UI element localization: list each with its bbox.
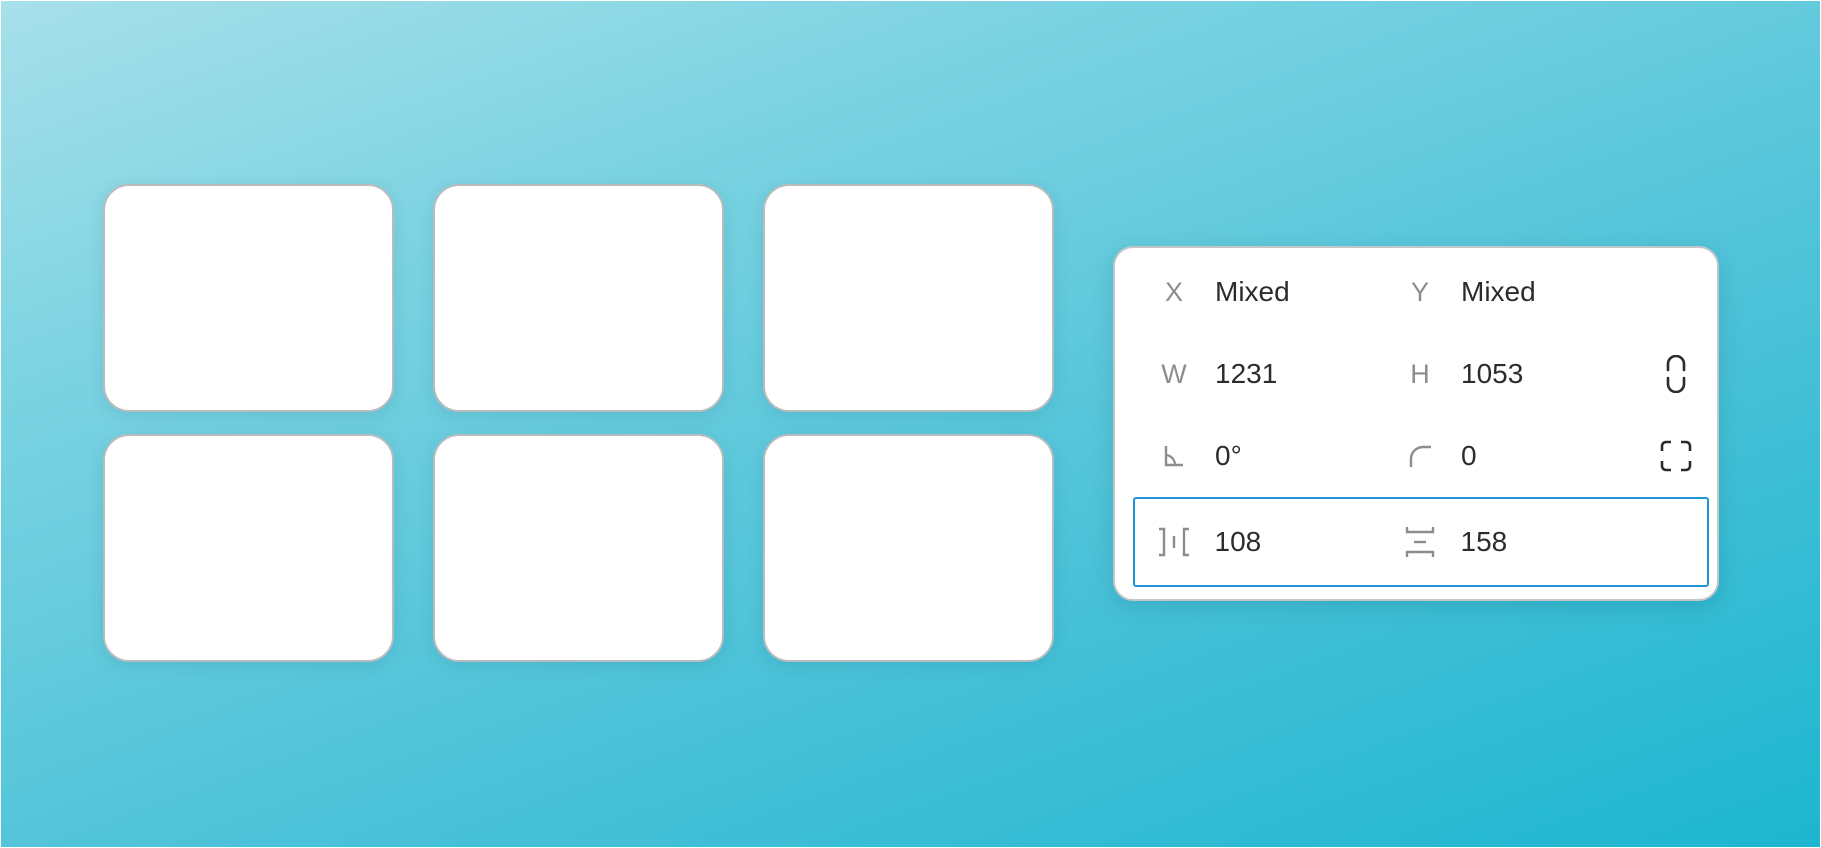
h-label: H bbox=[1410, 358, 1430, 389]
rotation-radius-row: 0° 0 bbox=[1133, 412, 1709, 500]
width-field[interactable]: W 1231 bbox=[1133, 330, 1277, 418]
position-row: X Mixed Y Mixed bbox=[1133, 248, 1709, 336]
corner-radius-icon bbox=[1379, 443, 1461, 469]
independent-corners-icon bbox=[1660, 440, 1692, 472]
frame-card-2[interactable] bbox=[433, 184, 724, 412]
y-value[interactable]: Mixed bbox=[1461, 278, 1536, 306]
properties-panel: X Mixed Y Mixed W 1231 H 1053 0° 0 108 1… bbox=[1113, 246, 1719, 601]
vertical-gap-field[interactable]: 158 bbox=[1379, 499, 1508, 585]
rotation-field[interactable]: 0° bbox=[1133, 412, 1242, 500]
frame-card-4[interactable] bbox=[103, 434, 394, 662]
y-field[interactable]: Y Mixed bbox=[1379, 248, 1536, 336]
frame-card-1[interactable] bbox=[103, 184, 394, 412]
rotation-value[interactable]: 0° bbox=[1215, 442, 1242, 470]
frame-card-6[interactable] bbox=[763, 434, 1054, 662]
angle-icon bbox=[1133, 443, 1215, 469]
vertical-gap-value[interactable]: 158 bbox=[1461, 528, 1508, 556]
corner-radius-field[interactable]: 0 bbox=[1379, 412, 1477, 500]
corner-radius-value[interactable]: 0 bbox=[1461, 442, 1477, 470]
height-field[interactable]: H 1053 bbox=[1379, 330, 1523, 418]
size-row: W 1231 H 1053 bbox=[1133, 330, 1709, 418]
width-value[interactable]: 1231 bbox=[1215, 360, 1277, 388]
horizontal-spacing-icon bbox=[1133, 526, 1215, 558]
horizontal-gap-field[interactable]: 108 bbox=[1133, 499, 1262, 585]
x-label: X bbox=[1164, 276, 1183, 307]
frame-card-3[interactable] bbox=[763, 184, 1054, 412]
constrain-proportions-button[interactable] bbox=[1652, 330, 1700, 418]
spacing-row: 108 158 bbox=[1133, 497, 1709, 587]
link-proportions-icon bbox=[1665, 355, 1687, 393]
y-label: Y bbox=[1410, 276, 1429, 307]
independent-corners-button[interactable] bbox=[1652, 412, 1700, 500]
x-value[interactable]: Mixed bbox=[1215, 278, 1290, 306]
w-label: W bbox=[1161, 358, 1187, 389]
horizontal-gap-value[interactable]: 108 bbox=[1215, 528, 1262, 556]
vertical-spacing-icon bbox=[1379, 525, 1461, 559]
canvas: X Mixed Y Mixed W 1231 H 1053 0° 0 108 1… bbox=[1, 1, 1820, 847]
frame-card-5[interactable] bbox=[433, 434, 724, 662]
height-value[interactable]: 1053 bbox=[1461, 360, 1523, 388]
x-field[interactable]: X Mixed bbox=[1133, 248, 1290, 336]
